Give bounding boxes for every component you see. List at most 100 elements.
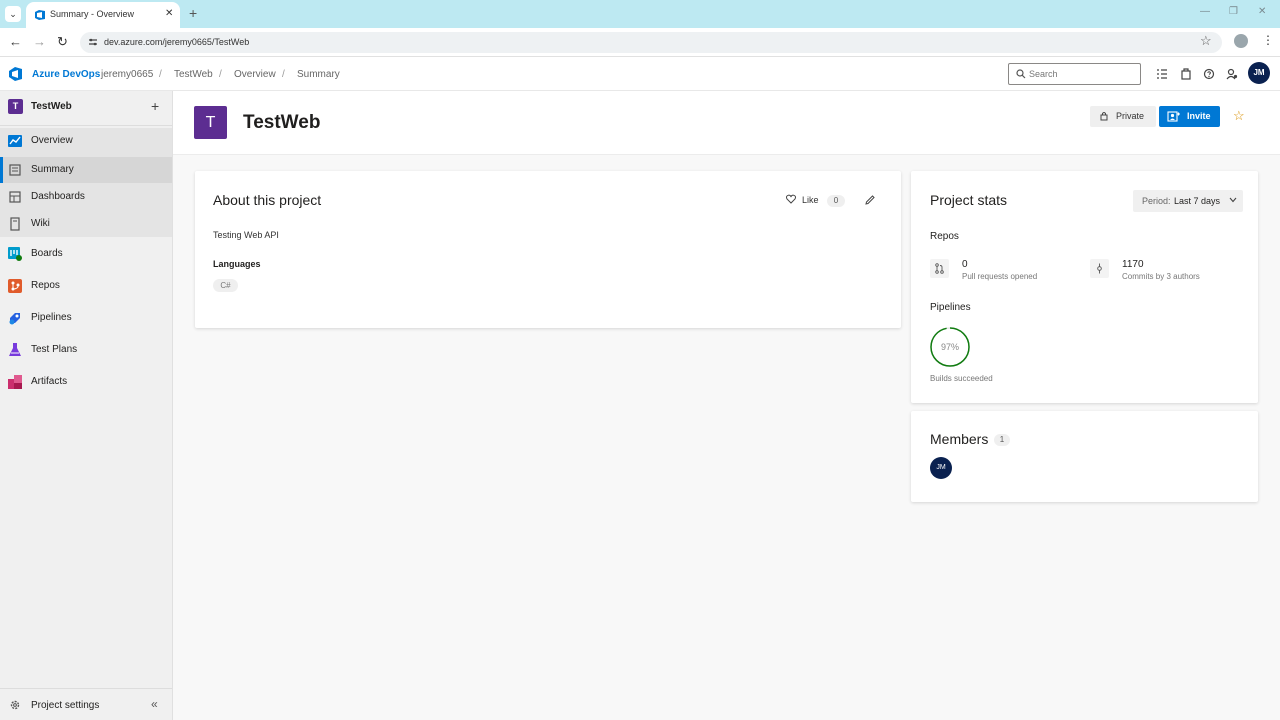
sidebar-item-repos[interactable]: Repos [0, 273, 172, 299]
members-count-badge: 1 [994, 434, 1010, 446]
restore-icon[interactable]: ❐ [1229, 6, 1238, 17]
page-title: TestWeb [243, 112, 321, 133]
sidebar-item-wiki[interactable]: Wiki [0, 211, 172, 237]
new-item-button[interactable]: + [151, 98, 159, 114]
project-stats-card: Project stats Period: Last 7 days Repos … [911, 171, 1258, 403]
project-sidebar: T TestWeb + Overview Summary Dashboards … [0, 91, 173, 720]
heart-icon [786, 194, 796, 204]
sidebar-item-overview[interactable]: Overview [0, 128, 172, 154]
user-avatar[interactable]: JM [1248, 62, 1270, 84]
repos-icon [8, 279, 22, 293]
edit-pencil-icon[interactable] [865, 195, 875, 205]
builds-percent: 97% [940, 342, 959, 352]
site-info-icon[interactable] [88, 37, 98, 47]
work-items-icon[interactable] [1156, 67, 1168, 81]
overview-group: Overview Summary Dashboards Wiki [0, 128, 172, 237]
wiki-icon [10, 217, 20, 231]
sidebar-item-summary[interactable]: Summary [0, 157, 172, 183]
sidebar-item-label: Repos [31, 280, 60, 291]
forward-icon[interactable]: → [33, 34, 46, 49]
sidebar-item-test-plans[interactable]: Test Plans [0, 337, 172, 363]
pull-requests-caption: Pull requests opened [962, 272, 1038, 281]
sidebar-item-label: Summary [31, 164, 74, 175]
browser-tab-strip: ⌄ Summary - Overview ✕ + — ❐ ✕ [0, 0, 1280, 28]
pipelines-heading: Pipelines [930, 302, 971, 313]
overview-icon [8, 135, 22, 147]
breadcrumb-separator: / [219, 69, 222, 80]
project-settings-link[interactable]: Project settings [31, 700, 99, 711]
test-plans-icon [9, 343, 21, 356]
like-label: Like [802, 195, 819, 205]
period-label: Period: [1142, 196, 1171, 206]
browser-profile-icon[interactable] [1234, 34, 1248, 48]
pull-request-icon [930, 259, 949, 278]
search-input[interactable] [1029, 67, 1134, 81]
about-project-card: About this project Like 0 Testing Web AP… [195, 171, 901, 328]
breadcrumb-project[interactable]: TestWeb [174, 69, 213, 80]
sidebar-item-pipelines[interactable]: Pipelines [0, 305, 172, 331]
sidebar-footer: Project settings « [0, 688, 172, 720]
gear-icon [10, 700, 20, 710]
invite-people-icon [1167, 111, 1180, 122]
marketplace-bag-icon[interactable] [1180, 67, 1192, 81]
chevron-down-icon [1229, 197, 1237, 203]
project-name: TestWeb [31, 101, 72, 112]
artifacts-icon [8, 375, 22, 389]
favorite-star-icon[interactable]: ☆ [1233, 108, 1245, 124]
address-bar[interactable]: dev.azure.com/jeremy0665/TestWeb [80, 32, 1222, 53]
help-icon[interactable] [1203, 67, 1215, 81]
reload-icon[interactable]: ↻ [57, 34, 68, 50]
sidebar-item-artifacts[interactable]: Artifacts [0, 369, 172, 395]
url-text: dev.azure.com/jeremy0665/TestWeb [104, 37, 250, 47]
builds-caption: Builds succeeded [930, 374, 993, 383]
breadcrumb-summary[interactable]: Summary [297, 69, 340, 80]
browser-menu-icon[interactable]: ⋮ [1262, 33, 1274, 47]
new-tab-button[interactable]: + [189, 5, 197, 21]
tab-search-button[interactable]: ⌄ [5, 6, 21, 22]
browser-tab[interactable]: Summary - Overview ✕ [26, 2, 180, 28]
stats-title: Project stats [930, 192, 1008, 208]
bookmark-star-icon[interactable]: ☆ [1200, 33, 1212, 49]
about-title: About this project [213, 192, 322, 208]
members-card: Members 1 JM [911, 411, 1258, 502]
minimize-icon[interactable]: — [1200, 6, 1210, 17]
sidebar-item-label: Overview [31, 135, 73, 146]
collapse-sidebar-icon[interactable]: « [151, 697, 158, 711]
project-description: Testing Web API [213, 230, 279, 240]
sidebar-item-label: Boards [31, 248, 63, 259]
breadcrumb-overview[interactable]: Overview [234, 69, 276, 80]
tab-close-icon[interactable]: ✕ [165, 8, 173, 19]
project-selector[interactable]: T TestWeb + [0, 91, 172, 121]
sidebar-item-dashboards[interactable]: Dashboards [0, 184, 172, 210]
user-settings-icon[interactable] [1226, 67, 1238, 81]
summary-icon [9, 164, 21, 176]
dashboards-icon [9, 191, 21, 203]
project-header: T TestWeb Private Invite ☆ [173, 91, 1280, 155]
ado-header: Azure DevOps jeremy0665 / TestWeb / Over… [0, 57, 1280, 91]
search-box[interactable] [1008, 63, 1141, 85]
sidebar-item-label: Artifacts [31, 376, 68, 387]
period-dropdown[interactable]: Period: Last 7 days [1133, 190, 1243, 212]
members-title: Members [930, 431, 989, 447]
private-label: Private [1116, 111, 1145, 121]
commit-icon [1090, 259, 1109, 278]
sidebar-item-boards[interactable]: Boards [0, 241, 172, 267]
sidebar-item-label: Dashboards [31, 191, 85, 202]
close-window-icon[interactable]: ✕ [1258, 6, 1266, 17]
breadcrumb-organization[interactable]: jeremy0665 [101, 69, 153, 80]
invite-button[interactable]: Invite [1159, 106, 1220, 127]
search-icon [1016, 69, 1026, 79]
like-count-badge: 0 [827, 195, 845, 207]
pipelines-icon [9, 313, 20, 325]
sidebar-item-label: Wiki [31, 218, 50, 229]
member-avatar[interactable]: JM [930, 457, 952, 479]
lock-icon [1100, 112, 1108, 121]
private-button[interactable]: Private [1090, 106, 1156, 127]
repos-heading: Repos [930, 231, 959, 242]
back-icon[interactable]: ← [9, 34, 22, 49]
browser-toolbar: ← → ↻ dev.azure.com/jeremy0665/TestWeb ☆… [0, 28, 1280, 57]
breadcrumb-separator: / [159, 69, 162, 80]
azure-devops-logo-icon[interactable] [9, 67, 23, 81]
sidebar-item-label: Test Plans [31, 344, 78, 355]
azure-devops-brand[interactable]: Azure DevOps [32, 69, 100, 80]
